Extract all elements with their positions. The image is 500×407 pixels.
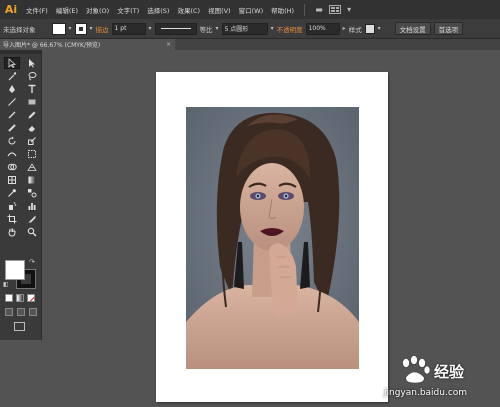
chevron-down-icon[interactable]: ▾ [216, 25, 219, 32]
menu-object[interactable]: 对象(O) [82, 5, 113, 15]
width-tool-icon[interactable] [4, 148, 20, 160]
line-tool-icon[interactable] [4, 96, 20, 108]
paintbrush-tool-icon[interactable] [4, 109, 20, 121]
preferences-button[interactable]: 首选项 [433, 22, 464, 35]
fill-stroke-control: ↷ ◧ [3, 258, 39, 290]
opacity-label[interactable]: 不透明度 [277, 24, 303, 34]
chevron-down-icon[interactable]: ▾ [69, 25, 72, 32]
close-icon[interactable]: × [166, 41, 171, 48]
color-mode-icon[interactable] [5, 294, 13, 302]
zoom-tool-icon[interactable] [24, 226, 40, 238]
watermark-title: 经验 [434, 363, 465, 381]
fill-color-box[interactable] [5, 260, 25, 280]
menu-divider [304, 3, 306, 16]
scale-tool-icon[interactable] [24, 135, 40, 147]
placed-portrait-image[interactable] [186, 107, 359, 369]
chevron-down-icon[interactable]: ▾ [378, 25, 381, 32]
graphic-style-swatch[interactable] [364, 23, 375, 34]
tools-panel: ↷ ◧ [0, 50, 42, 340]
default-colors-icon[interactable]: ◧ [3, 281, 9, 288]
menu-help[interactable]: 帮助(H) [267, 5, 298, 15]
brush-definition-field[interactable]: 5 点圆形 [221, 22, 268, 35]
blend-tool-icon[interactable] [24, 187, 40, 199]
lasso-tool-icon[interactable] [24, 70, 40, 82]
draw-inside-icon[interactable] [29, 308, 37, 316]
rectangle-tool-icon[interactable] [24, 96, 40, 108]
magic-wand-tool-icon[interactable] [4, 70, 20, 82]
document-tab[interactable]: 导入图片* @ 66.67% (CMYK/预览) × [0, 39, 175, 50]
hand-tool-icon[interactable] [4, 226, 20, 238]
style-label: 样式 [348, 25, 362, 34]
document-tab-bar: 导入图片* @ 66.67% (CMYK/预览) × [0, 39, 500, 50]
eraser-tool-icon[interactable] [24, 122, 40, 134]
draw-behind-icon[interactable] [17, 308, 25, 316]
chevron-right-icon[interactable]: ▸ [343, 25, 346, 32]
pen-tool-icon[interactable] [4, 83, 20, 95]
mesh-tool-icon[interactable] [4, 174, 20, 186]
free-transform-tool-icon[interactable] [24, 148, 40, 160]
menu-effect[interactable]: 效果(C) [173, 5, 204, 15]
control-bar: 未选择对象 ▾ ▾ 描边 1 pt ▾ 等比 ▾ 5 点圆形 ▾ 不透明度 10… [0, 19, 500, 39]
drawing-modes-row [5, 308, 37, 316]
chevron-down-icon[interactable]: ▾ [341, 4, 357, 16]
gradient-mode-icon[interactable] [16, 294, 24, 302]
stroke-weight-field[interactable]: 1 pt [111, 22, 146, 35]
selection-status: 未选择对象 [3, 25, 36, 34]
variable-width-profile[interactable] [154, 22, 197, 35]
menu-file[interactable]: 文件(F) [22, 5, 52, 15]
document-tab-title: 导入图片* @ 66.67% (CMYK/预览) [3, 42, 101, 49]
slice-tool-icon[interactable] [24, 213, 40, 225]
menu-type[interactable]: 文字(T) [113, 5, 143, 15]
opacity-field[interactable]: 100% [305, 22, 340, 35]
bridge-icon[interactable]: ▬ [311, 4, 327, 16]
blob-brush-tool-icon[interactable] [4, 122, 20, 134]
perspective-grid-tool-icon[interactable] [24, 161, 40, 173]
menu-view[interactable]: 视图(V) [204, 5, 235, 15]
portrait-illustration [186, 107, 359, 369]
baidu-jingyan-watermark: 经验 jingyan.baidu.com [384, 355, 500, 405]
chevron-down-icon[interactable]: ▾ [271, 25, 274, 32]
tool-grid [0, 54, 41, 241]
column-graph-tool-icon[interactable] [24, 200, 40, 212]
app-logo: Ai [4, 3, 18, 16]
screen-mode-icon[interactable] [14, 322, 25, 331]
document-setup-button[interactable]: 文档设置 [394, 22, 431, 35]
artboard-tool-icon[interactable] [4, 213, 20, 225]
chevron-down-icon[interactable]: ▾ [90, 25, 93, 32]
paw-logo-icon [402, 355, 431, 384]
rotate-tool-icon[interactable] [4, 135, 20, 147]
symbol-sprayer-tool-icon[interactable] [4, 200, 20, 212]
type-tool-icon[interactable] [24, 83, 40, 95]
swap-fill-stroke-icon[interactable]: ↷ [29, 258, 35, 266]
selection-tool-icon[interactable] [4, 57, 20, 69]
profile-label: 等比 [199, 25, 213, 34]
pencil-tool-icon[interactable] [24, 109, 40, 121]
eyedropper-tool-icon[interactable] [4, 187, 20, 199]
menu-bar: Ai 文件(F) 编辑(E) 对象(O) 文字(T) 选择(S) 效果(C) 视… [0, 0, 500, 19]
stroke-swatch[interactable] [74, 22, 87, 35]
arrange-documents-icon[interactable] [329, 5, 342, 14]
shape-builder-tool-icon[interactable] [4, 161, 20, 173]
draw-normal-icon[interactable] [5, 308, 13, 316]
stroke-label[interactable]: 描边 [96, 24, 109, 34]
watermark-url: jingyan.baidu.com [384, 388, 468, 398]
document-canvas[interactable] [43, 50, 500, 407]
menu-window[interactable]: 窗口(W) [235, 5, 268, 15]
menu-edit[interactable]: 编辑(E) [52, 5, 82, 15]
artboard[interactable] [156, 72, 388, 402]
direct-selection-tool-icon[interactable] [24, 57, 40, 69]
menu-select[interactable]: 选择(S) [143, 5, 173, 15]
none-mode-icon[interactable] [27, 294, 35, 302]
color-mode-row [5, 294, 35, 302]
fill-swatch[interactable] [51, 22, 66, 35]
chevron-down-icon[interactable]: ▾ [149, 25, 152, 32]
gradient-tool-icon[interactable] [24, 174, 40, 186]
